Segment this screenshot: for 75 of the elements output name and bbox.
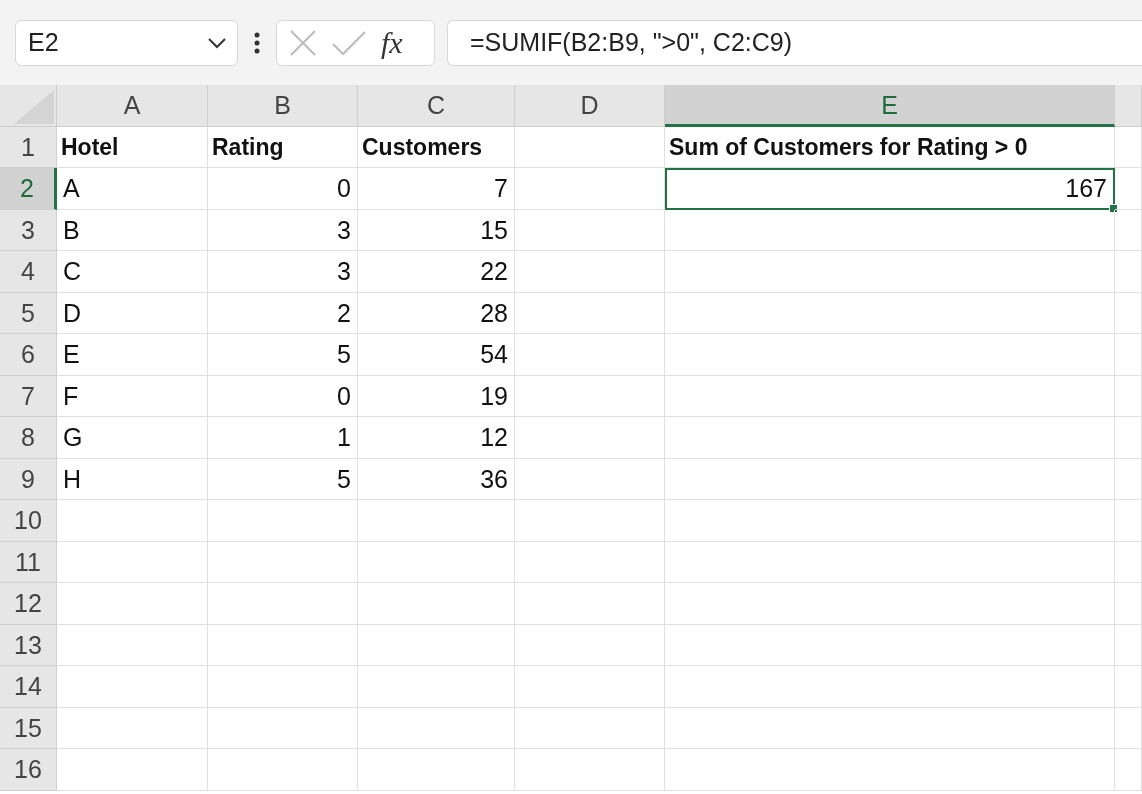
empty-cell (1115, 666, 1142, 708)
empty-cell (1115, 168, 1142, 210)
table-cell: 15 (358, 209, 515, 251)
empty-cell (1115, 749, 1142, 791)
insert-function-button[interactable]: fx (381, 25, 403, 60)
table-cell: 3 (208, 251, 358, 293)
column-header[interactable] (1115, 85, 1142, 127)
more-options-icon[interactable] (254, 31, 260, 54)
row-header[interactable]: 16 (0, 749, 57, 791)
row-header[interactable]: 1 (0, 126, 57, 168)
row-header[interactable]: 15 (0, 707, 57, 749)
empty-cell (1115, 292, 1142, 334)
empty-cell (1115, 707, 1142, 749)
table-cell: E (57, 334, 208, 376)
table-cell: Customers (358, 126, 515, 168)
table-cell: 54 (358, 334, 515, 376)
table-cell: 0 (208, 375, 358, 417)
row-header[interactable]: 9 (0, 458, 57, 500)
table-cell: F (57, 375, 208, 417)
table-cell: G (57, 417, 208, 459)
table-cell: 19 (358, 375, 515, 417)
table-cell: C (57, 251, 208, 293)
row-header[interactable]: 11 (0, 541, 57, 583)
empty-cell (1115, 500, 1142, 542)
empty-cell (1115, 541, 1142, 583)
table-cell: 5 (208, 458, 358, 500)
row-header[interactable]: 4 (0, 251, 57, 293)
select-all-corner[interactable] (0, 85, 57, 127)
row-header[interactable]: 10 (0, 500, 57, 542)
empty-cell (1115, 458, 1142, 500)
row-header[interactable]: 6 (0, 334, 57, 376)
table-cell: H (57, 458, 208, 500)
table-cell: 167 (665, 168, 1115, 210)
row-header[interactable]: 12 (0, 583, 57, 625)
row-header[interactable]: 2 (0, 168, 57, 210)
column-header[interactable]: D (515, 85, 665, 127)
empty-cell (1115, 417, 1142, 459)
empty-cell (1115, 375, 1142, 417)
table-cell: 22 (358, 251, 515, 293)
name-box[interactable]: E2 (15, 19, 238, 66)
row-header[interactable]: 8 (0, 417, 57, 459)
table-cell: 1 (208, 417, 358, 459)
chevron-down-icon[interactable] (207, 36, 227, 49)
table-cell: Rating (208, 126, 358, 168)
table-cell: 2 (208, 292, 358, 334)
row-header[interactable]: 5 (0, 292, 57, 334)
table-cell: 36 (358, 458, 515, 500)
table-cell: A (57, 168, 208, 210)
column-header[interactable]: A (57, 85, 208, 127)
fill-handle[interactable] (1109, 203, 1118, 213)
empty-cell (1115, 251, 1142, 293)
row-header[interactable]: 7 (0, 375, 57, 417)
table-cell: 28 (358, 292, 515, 334)
row-header[interactable]: 3 (0, 209, 57, 251)
empty-cell (1115, 624, 1142, 666)
cancel-icon[interactable] (289, 28, 317, 57)
table-cell: 12 (358, 417, 515, 459)
row-header[interactable]: 13 (0, 624, 57, 666)
row-header[interactable]: 14 (0, 666, 57, 708)
formula-field[interactable]: =SUMIF(B2:B9, ">0", C2:C9) (447, 19, 1142, 66)
table-cell: Hotel (57, 126, 208, 168)
table-cell: 0 (208, 168, 358, 210)
empty-cell (1115, 209, 1142, 251)
check-icon[interactable] (331, 29, 367, 56)
table-cell: D (57, 292, 208, 334)
empty-cell (1115, 583, 1142, 625)
table-cell: B (57, 209, 208, 251)
empty-cell (1115, 334, 1142, 376)
table-cell: Sum of Customers for Rating > 0 (665, 126, 1115, 168)
table-cell: 3 (208, 209, 358, 251)
table-cell: 7 (358, 168, 515, 210)
column-header[interactable]: B (208, 85, 358, 127)
table-cell: 5 (208, 334, 358, 376)
column-header[interactable]: C (358, 85, 515, 127)
column-header[interactable]: E (665, 85, 1115, 127)
